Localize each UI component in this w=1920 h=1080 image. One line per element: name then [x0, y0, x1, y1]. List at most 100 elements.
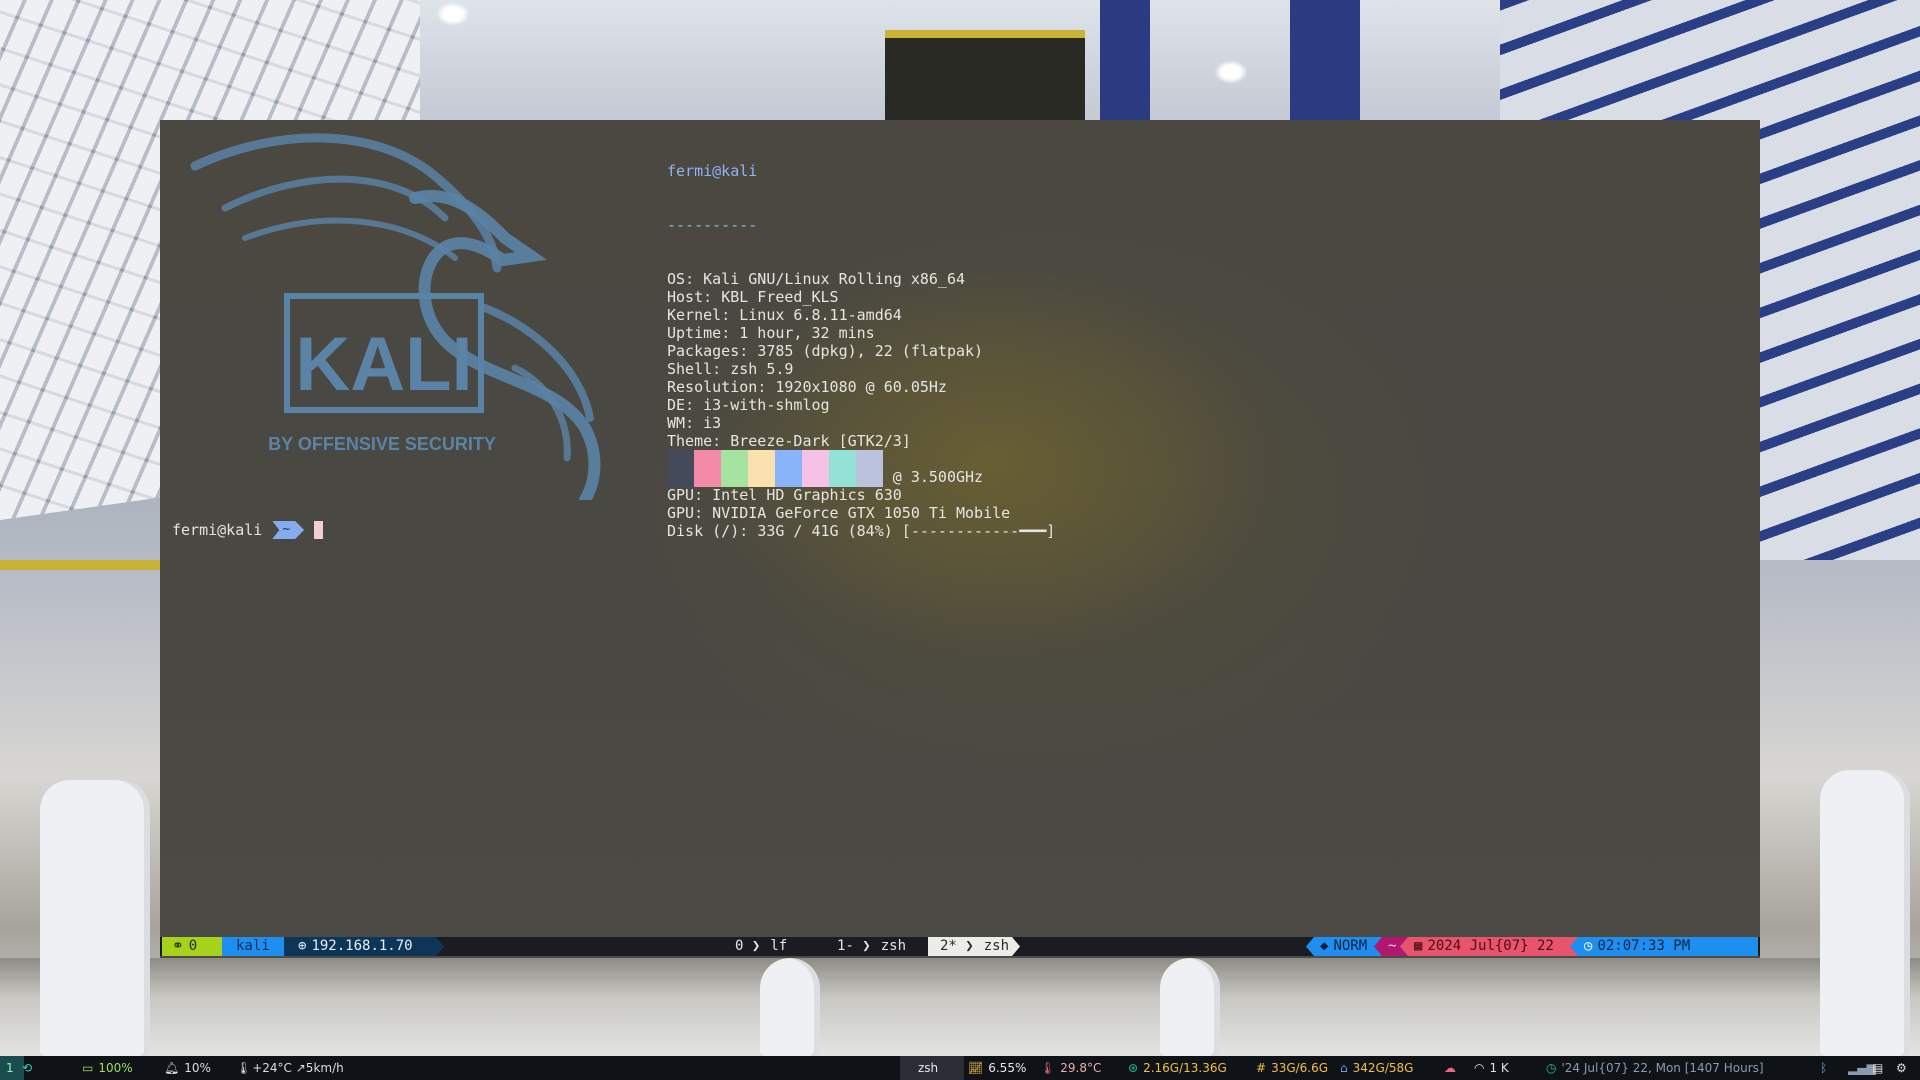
- kali-dragon-logo: KALI BY OFFENSIVE SECURITY: [190, 133, 601, 500]
- wallpaper-person: [760, 958, 820, 1056]
- wallpaper-floor: [0, 958, 1920, 1058]
- wallpaper-lamp: [1214, 60, 1248, 84]
- info-row: Host: KBL Freed_KLS: [667, 288, 839, 306]
- info-value: 33G / 41G (84%) [------------━━━]: [757, 522, 1056, 540]
- info-row: Uptime: 1 hour, 32 mins: [667, 324, 875, 342]
- weather-status[interactable]: 🌡︎+24°C ↗5km/h: [236, 1056, 344, 1080]
- info-row: Kernel: Linux 6.8.11-amd64: [667, 306, 902, 324]
- info-key: GPU: [667, 504, 695, 522]
- tmux-status-bar: ⚭ 0 kali ⊕ 192.168.1.70 0 ❯ lf 1- ❯ zsh 2*…: [160, 937, 1760, 956]
- globe-icon: ⊕: [298, 938, 307, 954]
- bluetooth-icon[interactable]: ᛒ: [1820, 1056, 1827, 1080]
- tmux-window-0[interactable]: 0 ❯ lf: [735, 937, 795, 956]
- info-value: 1920x1080 @ 60.05Hz: [775, 378, 947, 396]
- diamond-icon: ◆: [1320, 938, 1329, 954]
- tmux-window-1[interactable]: 1- ❯ zsh: [837, 937, 917, 956]
- prompt-user: fermi@kali: [172, 521, 263, 539]
- info-key: DE: [667, 396, 686, 414]
- workspace-1[interactable]: 1: [0, 1056, 24, 1080]
- shell-prompt[interactable]: fermi@kali ~: [172, 520, 324, 540]
- chevron-right-icon: ❯: [965, 938, 974, 954]
- kali-icon: ⟲: [22, 1061, 33, 1075]
- info-key: Host: [667, 288, 704, 306]
- tmux-session-count[interactable]: ⚭ 0: [162, 937, 232, 956]
- info-value: NVIDIA GeForce GTX 1050 Ti Mobile: [712, 504, 1011, 522]
- logo-word: KALI: [295, 322, 472, 407]
- neofetch-info: fermi@kali ---------- OS: Kali GNU/Linux…: [667, 126, 1055, 576]
- info-key: Shell: [667, 360, 713, 378]
- memory-usage[interactable]: ⊛ 2.16G/13.36G: [1128, 1056, 1227, 1080]
- wallpaper-beam: [1290, 0, 1360, 120]
- home-icon: ⌂: [1340, 1061, 1348, 1075]
- network-status[interactable]: ◠ 1 K: [1474, 1056, 1509, 1080]
- color-swatch: [748, 450, 775, 487]
- notification-status[interactable]: 🔔︎ 10%: [164, 1056, 211, 1080]
- datetime[interactable]: ◷ '24 Jul{07} 22, Mon [1407 Hours]: [1546, 1056, 1764, 1080]
- info-value: Linux 6.8.11-amd64: [739, 306, 902, 324]
- disk-root-usage[interactable]: #33G/6.6G: [1256, 1056, 1328, 1080]
- info-key: GPU: [667, 486, 695, 504]
- tmux-date: ▦ 2024 Jul{07} 22: [1400, 937, 1582, 956]
- info-value: Intel HD Graphics 630: [712, 486, 902, 504]
- tmux-session-name[interactable]: kali: [222, 937, 292, 956]
- chart-icon: 📈︎: [968, 1061, 984, 1075]
- chevron-right-icon: ❯: [862, 938, 871, 954]
- color-swatch: [802, 450, 829, 487]
- color-swatch: [856, 450, 883, 487]
- color-swatch: [829, 450, 856, 487]
- info-value: i3: [703, 414, 722, 432]
- info-row: GPU: NVIDIA GeForce GTX 1050 Ti Mobile: [667, 504, 1011, 522]
- wallpaper-frame: [0, 560, 160, 570]
- info-key: Theme: [667, 432, 713, 450]
- info-header: fermi@kali: [667, 162, 758, 180]
- wallpaper-lamp: [436, 2, 470, 26]
- wallpaper-frame: [885, 30, 1085, 38]
- info-rule: ----------: [667, 216, 758, 234]
- wifi-icon: ◠: [1474, 1061, 1485, 1075]
- vpn-icon[interactable]: ☁: [1444, 1056, 1456, 1080]
- info-value: KBL Freed_KLS: [721, 288, 839, 306]
- clock-icon: ◷: [1546, 1061, 1557, 1075]
- terminal-window[interactable]: KALI BY OFFENSIVE SECURITY fermi@kali --…: [160, 120, 1760, 958]
- info-value: zsh 5.9: [730, 360, 794, 378]
- tmux-window-2-active[interactable]: 2* ❯ zsh: [928, 937, 1020, 956]
- tmux-ip: ⊕ 192.168.1.70: [284, 937, 444, 956]
- wallpaper-person: [1160, 958, 1220, 1056]
- memory-icon: ⊛: [1128, 1061, 1139, 1075]
- clock-icon: ◷: [1584, 938, 1593, 954]
- info-row: OS: Kali GNU/Linux Rolling x86_64: [667, 270, 966, 288]
- settings-icon[interactable]: ⚙: [1896, 1056, 1907, 1080]
- tmux-time: ◷ 02:07:33 PM: [1570, 937, 1758, 956]
- info-row: WM: i3: [667, 414, 722, 432]
- cpu-temperature[interactable]: 🌡︎ 29.8°C: [1040, 1056, 1101, 1080]
- prompt-directory: ~: [272, 521, 304, 539]
- logo-tagline: BY OFFENSIVE SECURITY: [268, 434, 496, 454]
- color-swatch: [721, 450, 748, 487]
- disk-home-usage[interactable]: ⌂ 342G/58G: [1340, 1056, 1413, 1080]
- battery-status[interactable]: ▭ 100%: [82, 1056, 133, 1080]
- text-cursor: [314, 521, 324, 539]
- info-key: OS: [667, 270, 686, 288]
- info-value: Kali GNU/Linux Rolling x86_64: [703, 270, 966, 288]
- wallpaper-person: [40, 780, 150, 1056]
- color-swatch: [775, 450, 802, 487]
- info-key: WM: [667, 414, 686, 432]
- info-key: Resolution: [667, 378, 758, 396]
- calendar-icon: ▦: [1414, 938, 1423, 954]
- info-value: 1 hour, 32 mins: [739, 324, 875, 342]
- wallpaper-person: [1820, 770, 1910, 1056]
- info-row: Shell: zsh 5.9: [667, 360, 794, 378]
- info-key: Packages: [667, 342, 740, 360]
- link-icon: ⚭: [172, 938, 184, 954]
- info-key: Disk (/): [667, 522, 740, 540]
- cpu-usage[interactable]: 📈︎ 6.55%: [968, 1056, 1026, 1080]
- info-key: Kernel: [667, 306, 722, 324]
- book-icon[interactable]: ▤: [1872, 1056, 1883, 1080]
- thermometer-icon: 🌡︎: [1040, 1061, 1056, 1075]
- i3-status-bar: 1 ⟲ ▭ 100% 🔔︎ 10% 🌡︎+24°C ↗5km/h zsh 📈︎ 6.5…: [0, 1056, 1920, 1080]
- info-value: 3785 (dpkg), 22 (flatpak): [757, 342, 984, 360]
- info-row: Disk (/): 33G / 41G (84%) [------------━…: [667, 522, 1056, 540]
- info-key: Uptime: [667, 324, 722, 342]
- thermometer-icon: 🌡︎: [236, 1061, 252, 1075]
- info-value: Breeze-Dark [GTK2/3]: [730, 432, 911, 450]
